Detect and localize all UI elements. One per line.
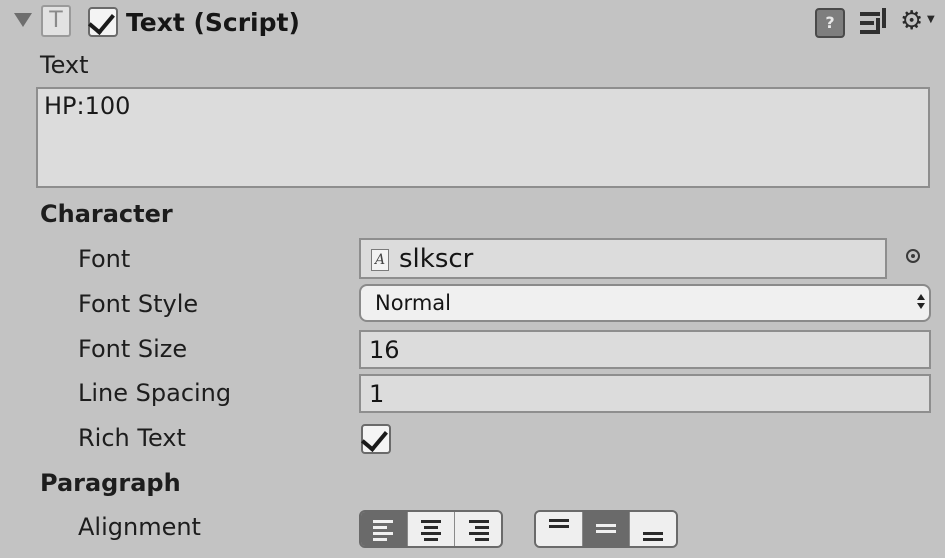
- rich-text-label: Rich Text: [78, 424, 186, 452]
- line-spacing-field[interactable]: 1: [359, 374, 931, 413]
- rich-text-checkbox[interactable]: [361, 423, 391, 454]
- checkmark-icon: [88, 6, 115, 36]
- text-input-area[interactable]: HP:100: [36, 87, 930, 188]
- align-middle-button[interactable]: [583, 512, 630, 546]
- checkmark-icon: [361, 423, 388, 453]
- gear-icon[interactable]: ⚙: [900, 4, 923, 38]
- horizontal-alignment-group: [359, 510, 503, 548]
- font-style-value: Normal: [375, 291, 451, 315]
- text-value: HP:100: [44, 92, 131, 120]
- component-header[interactable]: T Text (Script) ? ⚙ ▼: [0, 0, 945, 46]
- font-size-field[interactable]: 16: [359, 330, 931, 369]
- align-bottom-button[interactable]: [630, 512, 676, 546]
- font-value: slkscr: [399, 244, 474, 274]
- font-style-dropdown[interactable]: Normal: [359, 284, 931, 322]
- align-top-button[interactable]: [536, 512, 583, 546]
- component-title: Text (Script): [126, 8, 300, 37]
- object-picker-icon[interactable]: [906, 249, 920, 263]
- text-label: Text: [40, 51, 89, 79]
- line-spacing-label: Line Spacing: [78, 379, 232, 407]
- align-right-button[interactable]: [455, 512, 501, 546]
- gear-dropdown-caret-icon: ▼: [927, 14, 935, 25]
- align-left-button[interactable]: [361, 512, 408, 546]
- font-asset-icon: A: [371, 249, 389, 271]
- vertical-alignment-group: [534, 510, 678, 548]
- font-label: Font: [78, 245, 131, 273]
- text-script-inspector: T Text (Script) ? ⚙ ▼ Text HP:100 Charac…: [0, 0, 945, 558]
- preset-icon[interactable]: [860, 8, 888, 38]
- line-spacing-value: 1: [369, 380, 385, 408]
- font-size-value: 16: [369, 336, 400, 364]
- font-style-label: Font Style: [78, 290, 199, 318]
- help-icon[interactable]: ?: [815, 8, 845, 38]
- alignment-label: Alignment: [78, 513, 201, 541]
- font-size-label: Font Size: [78, 335, 188, 363]
- component-enabled-checkbox[interactable]: [88, 6, 118, 37]
- foldout-arrow-icon[interactable]: [14, 13, 32, 27]
- character-heading: Character: [40, 200, 173, 228]
- align-center-button[interactable]: [408, 512, 455, 546]
- font-object-field[interactable]: A slkscr: [359, 238, 887, 279]
- paragraph-heading: Paragraph: [40, 469, 181, 497]
- text-component-icon: T: [41, 5, 71, 37]
